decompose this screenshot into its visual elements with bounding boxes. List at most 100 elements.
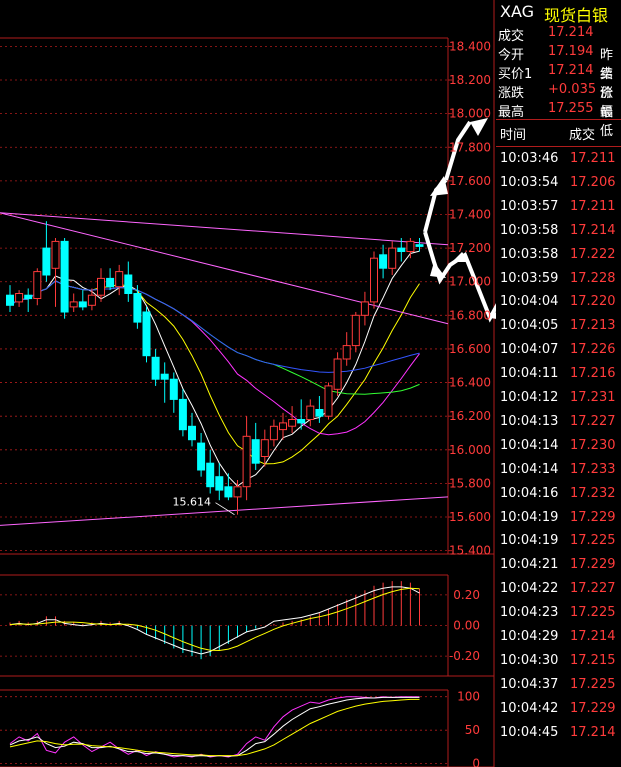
tick-price: 17.225 [570, 676, 616, 692]
tick-time: 10:04:13 [500, 413, 559, 429]
tick-price: 17.211 [570, 198, 616, 214]
tick-row: 10:04:14 17.230 [496, 435, 621, 458]
tick-row: 10:04:37 17.225 [496, 674, 621, 697]
tick-price: 17.220 [570, 294, 616, 310]
tick-price: 17.229 [570, 700, 616, 716]
kdj-line [9, 698, 420, 757]
tick-time: 10:03:46 [500, 151, 559, 166]
tick-time: 10:04:29 [500, 629, 559, 644]
y-tick-label: 17.600 [449, 174, 491, 188]
candle-body [60, 240, 69, 313]
tick-price: 17.227 [570, 581, 616, 597]
y-tick-label: 16.400 [449, 376, 491, 390]
tick-price: 17.229 [570, 509, 616, 525]
tick-row: 10:03:46 17.211 [496, 148, 621, 171]
tick-time: 10:03:58 [500, 246, 559, 262]
tick-price: 17.225 [570, 533, 616, 549]
tick-price: 17.228 [570, 270, 616, 286]
quote-value: 17.194 [548, 44, 594, 59]
candle-body [178, 398, 187, 431]
candle-body [215, 476, 224, 491]
quote-value: +0.035 [548, 82, 597, 97]
candle-body [260, 439, 269, 458]
tick-row: 10:04:22 17.227 [496, 578, 621, 601]
y-tick-label: 17.000 [449, 275, 491, 289]
tick-time: 10:04:04 [500, 294, 559, 310]
tick-price: 17.214 [570, 629, 616, 644]
y-tick-label: 15.600 [449, 510, 491, 524]
candle-body [242, 435, 251, 488]
y-tick-label: 16.800 [449, 308, 491, 322]
tick-time: 10:04:30 [500, 652, 559, 668]
candle-body [370, 257, 378, 303]
candle-body [297, 419, 306, 424]
quote-row-open: 今开 17.194 昨结 [496, 43, 621, 82]
symbol-code: XAG [500, 2, 535, 21]
candle-body [324, 385, 333, 417]
tick-time: 10:04:19 [500, 509, 559, 525]
y-tick-label: 0.20 [453, 588, 480, 602]
tick-row: 10:04:21 17.229 [496, 554, 621, 577]
tick-price: 17.214 [570, 724, 616, 740]
y-tick-label: 15.400 [449, 544, 491, 558]
chart-grid [0, 0, 495, 767]
candle-body [269, 425, 278, 441]
tick-row: 10:03:58 17.214 [496, 220, 621, 243]
tick-price: 17.225 [570, 605, 616, 621]
tick-row: 10:04:29 17.214 [496, 626, 621, 649]
tick-price: 17.214 [570, 222, 616, 238]
ma-line [9, 280, 420, 465]
tick-price: 17.213 [570, 318, 616, 334]
candle-body [415, 244, 424, 247]
tick-price: 17.231 [570, 390, 616, 405]
tick-row: 10:04:11 17.216 [496, 363, 621, 386]
tick-time: 10:04:21 [500, 557, 559, 573]
tick-row: 10:04:13 17.227 [496, 411, 621, 434]
quote-header: XAG 现货白银 [496, 0, 621, 26]
tick-price: 17.211 [570, 151, 616, 166]
tick-time: 10:04:23 [500, 605, 559, 621]
candle-body [51, 240, 60, 269]
candle-body [142, 311, 151, 357]
tick-time: 10:03:58 [500, 222, 559, 238]
tick-price: 17.233 [570, 461, 616, 477]
candlestick-area[interactable] [0, 212, 449, 526]
candle-body [351, 314, 360, 347]
tick-price: 17.226 [570, 342, 616, 358]
tick-time: 10:03:54 [500, 174, 559, 190]
quote-row-change: 涨跌 +0.035 涨幅 [496, 81, 621, 120]
tick-price: 17.216 [570, 366, 616, 382]
y-tick-label: 0.00 [453, 619, 480, 633]
tick-time: 10:04:37 [500, 676, 559, 692]
candle-body [78, 301, 87, 308]
candle-body [251, 439, 260, 464]
tick-price: 17.232 [570, 485, 616, 501]
candle-body [87, 294, 96, 306]
tick-time: 10:04:42 [500, 700, 559, 716]
quote-label: 成交 [498, 29, 525, 44]
y-tick-label: 16.200 [449, 409, 491, 423]
quote-label: 涨跌 [498, 86, 525, 101]
macd-dif-line [9, 586, 420, 655]
tick-row: 10:04:04 17.220 [496, 291, 621, 314]
quote-value: 17.255 [548, 101, 594, 116]
tick-time: 10:03:57 [500, 198, 559, 214]
candle-body [224, 486, 233, 498]
tick-row: 10:04:19 17.225 [496, 530, 621, 553]
tick-price: 17.215 [570, 652, 616, 668]
tick-time: 10:04:14 [500, 461, 559, 477]
candle-body [6, 294, 14, 306]
candle-body [69, 301, 78, 308]
trend-line [0, 496, 449, 526]
y-tick-label: 17.200 [449, 241, 491, 255]
y-tick-label: 15.800 [449, 476, 491, 490]
tick-time: 10:04:16 [500, 485, 559, 501]
kline-chart[interactable]: 15.614 18.400 18.200 18.000 17.800 17.600 17.… [0, 0, 496, 767]
tick-time: 10:04:45 [500, 724, 559, 740]
tick-row: 10:04:23 17.225 [496, 602, 621, 625]
tick-row: 10:04:42 17.229 [496, 698, 621, 721]
candle-body [306, 405, 315, 421]
arrow-head [470, 118, 488, 136]
tick-time: 10:03:59 [500, 270, 559, 286]
symbol-name[interactable]: 现货白银 [544, 2, 608, 26]
